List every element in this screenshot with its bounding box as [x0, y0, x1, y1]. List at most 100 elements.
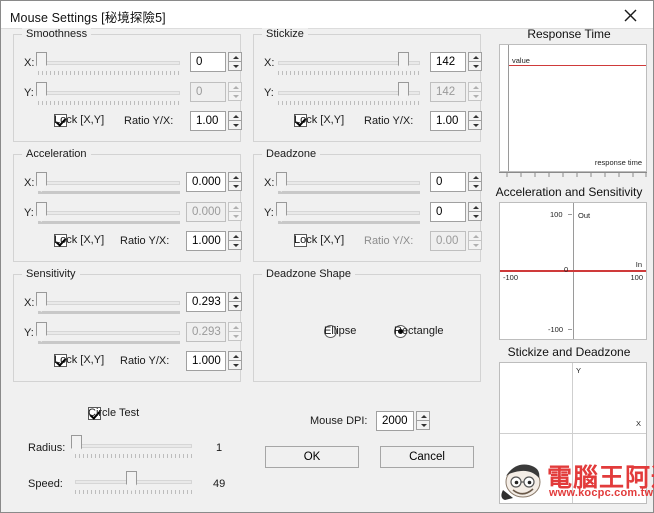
chart2-x-right-label: 100 — [630, 273, 643, 282]
deadzone-y-spinner[interactable] — [468, 202, 482, 222]
slider-thumb[interactable] — [35, 82, 47, 95]
spinner-down-icon[interactable] — [228, 301, 242, 311]
spinner-down-icon[interactable] — [228, 360, 242, 370]
sensitivity-y-value: 0.293 — [186, 322, 226, 342]
sensitivity-x-spinner[interactable] — [228, 292, 242, 312]
sensitivity-x-value[interactable]: 0.293 — [186, 292, 226, 312]
smoothness-x-label: X: — [24, 57, 35, 69]
slider-thumb[interactable] — [397, 52, 409, 65]
slider-thumb[interactable] — [71, 435, 83, 448]
slider-thumb[interactable] — [35, 52, 47, 65]
spinner-down-icon[interactable] — [228, 120, 242, 130]
mouse-dpi-value[interactable]: 2000 — [376, 411, 414, 431]
smoothness-ratio-value[interactable]: 1.00 — [190, 111, 226, 131]
deadzone-x-spinner[interactable] — [468, 172, 482, 192]
slider-thumb[interactable] — [275, 172, 287, 185]
smoothness-ratio-spinner[interactable] — [228, 111, 242, 131]
stickize-x-label: X: — [264, 57, 275, 69]
slider-track — [38, 181, 180, 185]
sensitivity-y-slider[interactable] — [35, 322, 180, 348]
slider-thumb[interactable] — [397, 82, 409, 95]
group-deadzone-shape: Deadzone Shape Ellipse Rectangle — [253, 268, 481, 382]
group-smoothness: Smoothness X: 0 Y: 0 Lock [X,Y] Ratio Y/… — [13, 28, 242, 142]
stickize-x-value[interactable]: 142 — [430, 52, 466, 72]
chart2-y-top-label: 100 — [550, 210, 563, 219]
smoothness-x-value[interactable]: 0 — [190, 52, 226, 72]
slider-ticks — [38, 191, 180, 194]
chart-response-time-title: Response Time — [527, 27, 611, 41]
acceleration-y-slider[interactable] — [35, 202, 180, 228]
slider-thumb[interactable] — [35, 322, 47, 335]
spinner-down-icon[interactable] — [228, 61, 242, 71]
group-smoothness-title: Smoothness — [22, 28, 92, 40]
acceleration-x-value[interactable]: 0.000 — [186, 172, 226, 192]
deadzone-x-slider[interactable] — [275, 172, 420, 198]
acceleration-ratio-value[interactable]: 1.000 — [186, 231, 226, 251]
stickize-ratio-value[interactable]: 1.00 — [430, 111, 466, 131]
speed-slider[interactable] — [75, 471, 192, 497]
mouse-dpi-spinner[interactable] — [416, 411, 430, 431]
sensitivity-ratio-spinner[interactable] — [228, 351, 242, 371]
ok-button[interactable]: OK — [265, 446, 359, 468]
group-sensitivity-title: Sensitivity — [22, 268, 80, 280]
chart-stickize-deadzone-plot[interactable]: Y X — [499, 362, 647, 504]
group-sensitivity: Sensitivity X: 0.293 Y: 0.293 Lock [X,Y]… — [13, 268, 242, 382]
slider-ticks — [75, 454, 192, 458]
response-time-series — [509, 65, 646, 66]
radius-value: 1 — [216, 442, 223, 454]
spinner-down-icon[interactable] — [228, 181, 242, 191]
chart3-x-label: X — [635, 419, 641, 428]
chart-acceleration-sensitivity-plot[interactable]: 100 -100 -100 100 0 Out In — [499, 202, 647, 340]
group-deadzone: Deadzone X: 0 Y: 0 Lock [X,Y] Ratio Y/X: — [253, 148, 482, 262]
stickize-ratio-spinner[interactable] — [468, 111, 482, 131]
acceleration-series — [500, 270, 646, 272]
slider-thumb[interactable] — [126, 471, 138, 484]
radius-slider[interactable] — [71, 435, 192, 461]
acceleration-ratio-spinner[interactable] — [228, 231, 242, 251]
radio-rectangle-label: Rectangle — [394, 325, 444, 337]
slider-thumb[interactable] — [275, 202, 287, 215]
spinner-down-icon[interactable] — [468, 181, 482, 191]
sensitivity-x-slider[interactable] — [35, 292, 180, 318]
chart2-origin-label: 0 — [564, 265, 569, 274]
slider-thumb[interactable] — [35, 292, 47, 305]
smoothness-y-label: Y: — [24, 87, 34, 99]
deadzone-x-label: X: — [264, 177, 275, 189]
smoothness-y-slider[interactable] — [35, 82, 180, 108]
close-button[interactable] — [609, 1, 653, 28]
slider-thumb[interactable] — [35, 202, 47, 215]
smoothness-x-spinner[interactable] — [228, 52, 242, 72]
stickize-y-slider[interactable] — [278, 82, 420, 108]
deadzone-ratio-label: Ratio Y/X: — [364, 235, 414, 247]
deadzone-lock-label: Lock [X,Y] — [294, 234, 345, 246]
chart-response-time-plot[interactable]: value response time — [499, 44, 647, 172]
deadzone-y-slider[interactable] — [275, 202, 420, 228]
spinner-down-icon[interactable] — [468, 61, 482, 71]
acceleration-ratio-label: Ratio Y/X: — [120, 235, 170, 247]
stickize-y-value: 142 — [430, 82, 466, 102]
stickize-x-spinner[interactable] — [468, 52, 482, 72]
deadzone-y-value[interactable]: 0 — [430, 202, 466, 222]
slider-track — [38, 301, 180, 305]
speed-value: 49 — [213, 478, 226, 490]
slider-track — [38, 331, 180, 335]
spinner-down-icon[interactable] — [416, 420, 430, 430]
sensitivity-ratio-value[interactable]: 1.000 — [186, 351, 226, 371]
stickize-ratio-label: Ratio Y/X: — [364, 115, 414, 127]
slider-ticks — [38, 71, 180, 75]
slider-thumb[interactable] — [35, 172, 47, 185]
x-axis — [500, 433, 646, 434]
chart2-y-bottom-label: -100 — [548, 325, 564, 334]
sensitivity-x-label: X: — [24, 297, 35, 309]
deadzone-x-value[interactable]: 0 — [430, 172, 466, 192]
spinner-down-icon[interactable] — [468, 120, 482, 130]
acceleration-x-slider[interactable] — [35, 172, 180, 198]
stickize-x-slider[interactable] — [278, 52, 420, 78]
smoothness-x-slider[interactable] — [35, 52, 180, 78]
spinner-down-icon[interactable] — [468, 211, 482, 221]
acceleration-x-spinner[interactable] — [228, 172, 242, 192]
cancel-button[interactable]: Cancel — [380, 446, 474, 468]
sensitivity-y-label: Y: — [24, 327, 34, 339]
deadzone-y-label: Y: — [264, 207, 274, 219]
spinner-down-icon[interactable] — [228, 240, 242, 250]
